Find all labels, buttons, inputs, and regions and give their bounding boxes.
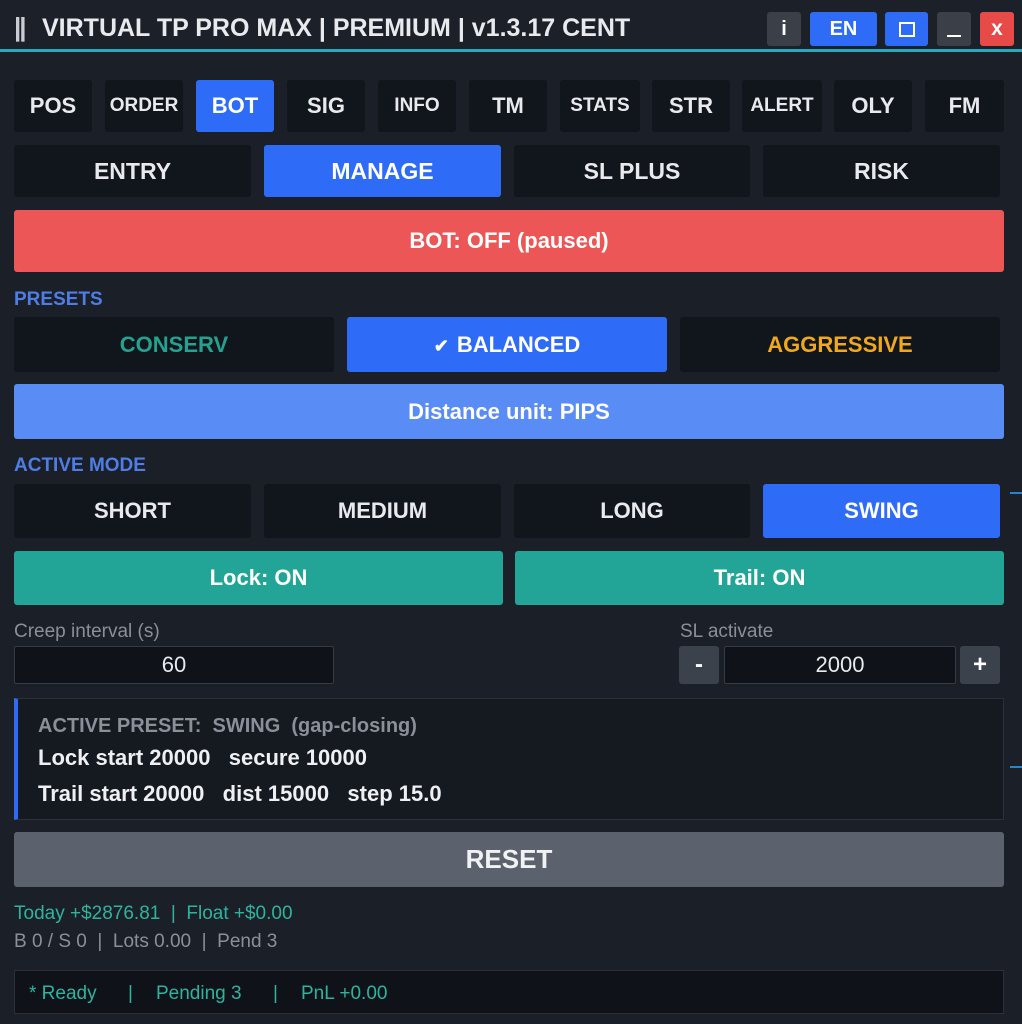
language-button[interactable]: EN [810, 12, 877, 46]
today-stats: Today +$2876.81 | Float +$0.00 [14, 903, 293, 924]
minimize-icon [947, 35, 961, 37]
footer-separator: | [128, 983, 133, 1004]
maximize-icon [898, 21, 915, 37]
subtab-sl-plus[interactable]: SL PLUS [514, 145, 750, 197]
creep-interval-label: Creep interval (s) [14, 621, 160, 642]
tab-order[interactable]: ORDER [105, 80, 183, 132]
preset-balanced-label: BALANCED [456, 331, 581, 357]
title-bar[interactable]: || VIRTUAL TP PRO MAX | PREMIUM | v1.3.1… [0, 0, 1022, 52]
tab-oly[interactable]: OLY [834, 80, 912, 132]
bot-status-toggle[interactable]: BOT: OFF (paused) [14, 210, 1004, 272]
footer-pnl: PnL +0.00 [301, 983, 388, 1004]
maximize-button[interactable] [885, 12, 928, 46]
creep-interval-input[interactable]: 60 [14, 646, 334, 684]
tab-stats[interactable]: STATS [560, 80, 640, 132]
active-preset-lock-line: Lock start 20000 secure 10000 [38, 745, 368, 770]
lock-toggle[interactable]: Lock: ON [14, 551, 503, 605]
mode-swing[interactable]: SWING [763, 484, 1000, 538]
active-preset-panel: ACTIVE PRESET: SWING (gap-closing) Lock … [14, 698, 1004, 820]
close-button[interactable]: x [980, 12, 1014, 46]
minimize-button[interactable] [937, 12, 971, 46]
info-button[interactable]: i [767, 12, 801, 46]
preset-aggressive-label: AGGRESSIVE [767, 331, 913, 357]
edge-marker [1010, 492, 1022, 494]
tab-alert[interactable]: ALERT [742, 80, 822, 132]
tab-str[interactable]: STR [652, 80, 730, 132]
check-icon: ✔ [433, 336, 449, 356]
sl-activate-increment-button[interactable]: + [960, 646, 1000, 684]
preset-conserv-label: CONSERV [119, 331, 229, 357]
tab-tm[interactable]: TM [469, 80, 547, 132]
preset-conserv[interactable]: CONSERV [14, 317, 334, 372]
mode-medium[interactable]: MEDIUM [264, 484, 501, 538]
subtab-risk[interactable]: RISK [763, 145, 1000, 197]
window-title: VIRTUAL TP PRO MAX | PREMIUM | v1.3.17 C… [42, 14, 631, 42]
tab-fm[interactable]: FM [925, 80, 1004, 132]
footer-separator: | [273, 983, 278, 1004]
position-stats: B 0 / S 0 | Lots 0.00 | Pend 3 [14, 931, 278, 952]
distance-unit-button[interactable]: Distance unit: PIPS [14, 384, 1004, 439]
reset-button[interactable]: RESET [14, 832, 1004, 887]
active-mode-label: ACTIVE MODE [14, 455, 146, 476]
footer-ready: * Ready [29, 983, 97, 1004]
edge-marker [1010, 766, 1022, 768]
tab-bot[interactable]: BOT [196, 80, 274, 132]
mode-long[interactable]: LONG [514, 484, 750, 538]
trail-toggle[interactable]: Trail: ON [515, 551, 1004, 605]
active-preset-heading: ACTIVE PRESET: SWING (gap-closing) [38, 715, 417, 737]
sl-activate-input[interactable]: 2000 [724, 646, 956, 684]
sl-activate-label: SL activate [680, 621, 774, 642]
mode-short[interactable]: SHORT [14, 484, 251, 538]
tab-info[interactable]: INFO [378, 80, 456, 132]
preset-balanced[interactable]: ✔ BALANCED [347, 317, 667, 372]
footer-pending: Pending 3 [156, 983, 242, 1004]
tab-sig[interactable]: SIG [287, 80, 365, 132]
preset-aggressive[interactable]: AGGRESSIVE [680, 317, 1000, 372]
tab-pos[interactable]: POS [14, 80, 92, 132]
status-footer: * Ready | Pending 3 | PnL +0.00 [14, 970, 1004, 1014]
drag-grip-icon[interactable]: || [14, 12, 26, 43]
subtab-entry[interactable]: ENTRY [14, 145, 251, 197]
subtab-manage[interactable]: MANAGE [264, 145, 501, 197]
sl-activate-decrement-button[interactable]: - [679, 646, 719, 684]
active-preset-trail-line: Trail start 20000 dist 15000 step 15.0 [38, 781, 442, 806]
presets-label: PRESETS [14, 289, 103, 310]
